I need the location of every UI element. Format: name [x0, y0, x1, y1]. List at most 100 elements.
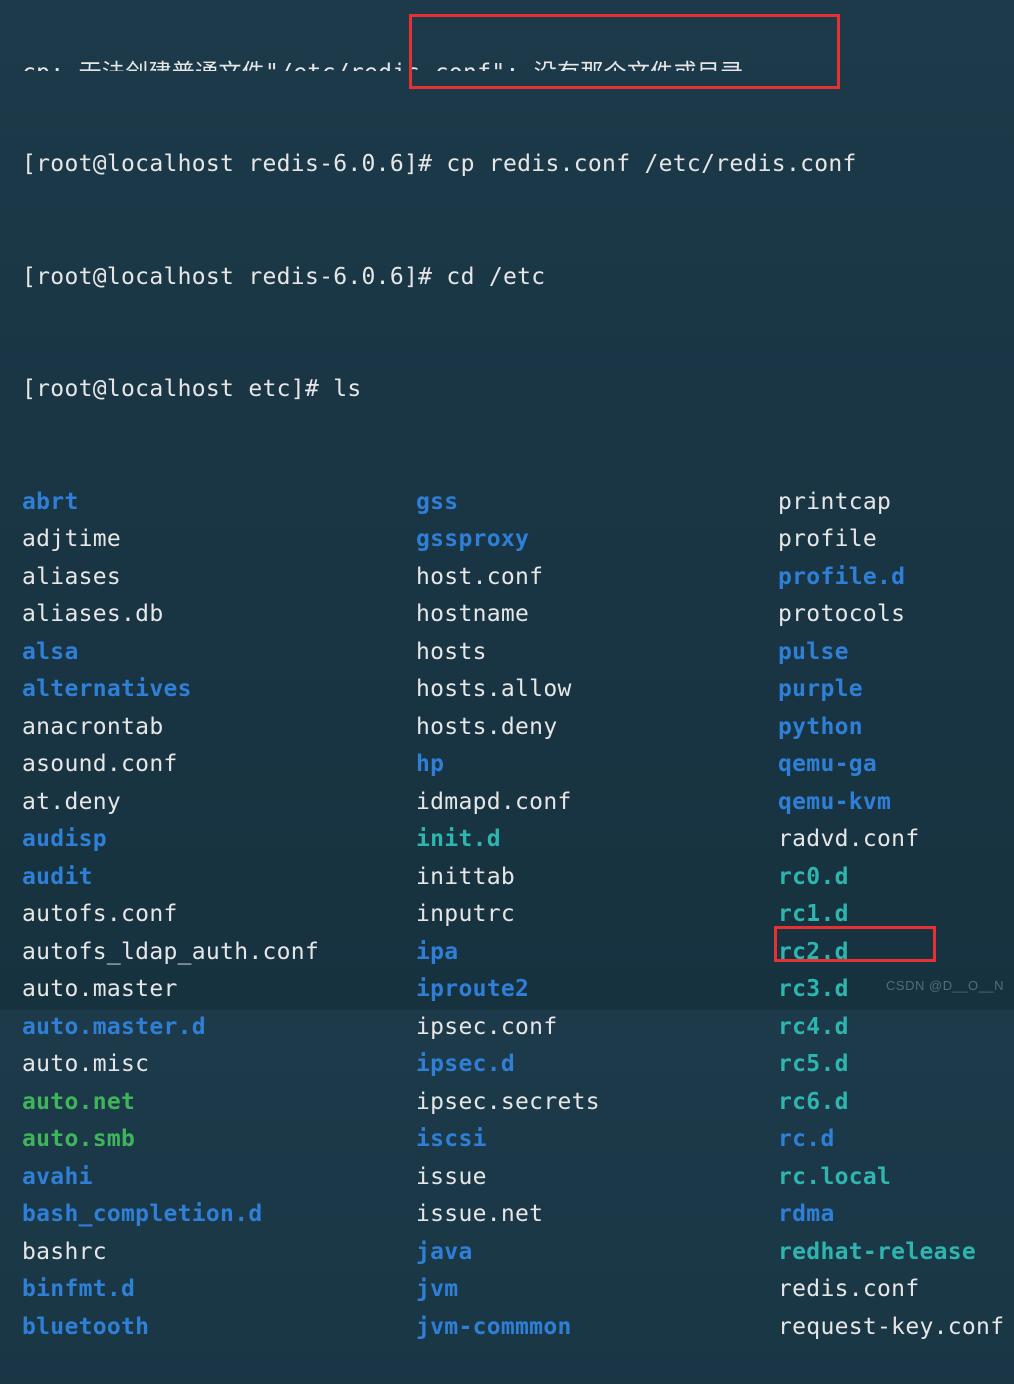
file-entry: redis.conf — [778, 1276, 919, 1302]
file-entry: gssproxy — [416, 526, 529, 552]
file-entry: audit — [22, 864, 93, 890]
file-entry: rc3.d — [778, 976, 849, 1002]
command-2: cd /etc — [446, 264, 545, 290]
ls-row: auto.smb iscsi rc.d — [22, 1121, 1014, 1159]
file-entry: radvd.conf — [778, 826, 919, 852]
file-entry: binfmt.d — [22, 1276, 135, 1302]
ls-row: aliases host.conf profile.d — [22, 559, 1014, 597]
command-1: cp redis.conf /etc/redis.conf — [446, 151, 856, 177]
file-entry: rc2.d — [778, 939, 849, 965]
file-entry: jvm-commmon — [416, 1314, 572, 1340]
file-entry: idmapd.conf — [416, 789, 572, 815]
file-entry: rc.local — [778, 1164, 891, 1190]
file-entry: inputrc — [416, 901, 515, 927]
file-entry: request-key.conf — [778, 1314, 1004, 1340]
prompt-1: [root@localhost redis-6.0.6]# — [22, 151, 446, 177]
file-entry: rc.d — [778, 1126, 835, 1152]
file-entry: hosts.allow — [416, 676, 572, 702]
file-entry: alternatives — [22, 676, 192, 702]
ls-row: asound.confhpqemu-ga — [22, 746, 1014, 784]
file-entry: rc1.d — [778, 901, 849, 927]
ls-row: at.deny idmapd.conf qemu-kvm — [22, 784, 1014, 822]
terminal-output: cp: 无法创建普通文件"/etc/redis.conf": 没有那个文件或目录… — [0, 0, 1014, 1384]
file-entry: alsa — [22, 639, 79, 665]
file-entry: ipsec.d — [416, 1051, 515, 1077]
ls-row: auto.misc ipsec.d rc5.d — [22, 1046, 1014, 1084]
partial-top-line: cp: 无法创建普通文件"/etc/redis.conf": 没有那个文件或目录 — [22, 55, 1014, 71]
file-entry: abrt — [22, 489, 79, 515]
ls-row: aliases.db hostname protocols — [22, 596, 1014, 634]
file-entry: ipsec.secrets — [416, 1089, 600, 1115]
file-entry: qemu-ga — [778, 751, 877, 777]
watermark-text: CSDN @D__O__N — [886, 967, 1004, 1005]
file-entry: gss — [416, 489, 458, 515]
file-entry: adjtime — [22, 526, 121, 552]
file-entry: avahi — [22, 1164, 93, 1190]
ls-row: audisp init.d radvd.conf — [22, 821, 1014, 859]
ls-row: abrt gss printcap — [22, 484, 1014, 522]
ls-row: adjtime gssproxy profile — [22, 521, 1014, 559]
file-entry: aliases — [22, 564, 121, 590]
file-entry: ipsec.conf — [416, 1014, 557, 1040]
file-entry: hosts.deny — [416, 714, 557, 740]
file-entry: asound.conf — [22, 751, 178, 777]
prompt-3: [root@localhost etc]# — [22, 376, 333, 402]
prompt-2: [root@localhost redis-6.0.6]# — [22, 264, 446, 290]
file-entry: jvm — [416, 1276, 458, 1302]
prompt-line-1: [root@localhost redis-6.0.6]# cp redis.c… — [22, 146, 1014, 184]
file-entry: bluetooth — [22, 1314, 149, 1340]
file-entry: printcap — [778, 489, 891, 515]
file-entry: hosts — [416, 639, 487, 665]
ls-row: auto.masteriproute2rc3.d — [22, 971, 1014, 1009]
file-entry: auto.smb — [22, 1126, 135, 1152]
file-entry: hostname — [416, 601, 529, 627]
file-entry: autofs_ldap_auth.conf — [22, 939, 319, 965]
file-entry: init.d — [416, 826, 501, 852]
file-entry: ipa — [416, 939, 458, 965]
file-entry: inittab — [416, 864, 515, 890]
file-entry: profile.d — [778, 564, 905, 590]
file-entry: bashrc — [22, 1239, 107, 1265]
file-entry: aliases.db — [22, 601, 163, 627]
file-entry: rc4.d — [778, 1014, 849, 1040]
file-entry: rc6.d — [778, 1089, 849, 1115]
file-entry: auto.master — [22, 976, 178, 1002]
ls-row: alsahostspulse — [22, 634, 1014, 672]
ls-row: auto.net ipsec.secrets rc6.d — [22, 1084, 1014, 1122]
file-entry: python — [778, 714, 863, 740]
file-entry: at.deny — [22, 789, 121, 815]
file-entry: audisp — [22, 826, 107, 852]
ls-row: auto.master.d ipsec.conf rc4.d — [22, 1009, 1014, 1047]
file-entry: auto.misc — [22, 1051, 149, 1077]
ls-output: abrt gss printcap adjtime gssproxy profile ali… — [22, 484, 1014, 1347]
file-entry: rc0.d — [778, 864, 849, 890]
file-entry: profile — [778, 526, 877, 552]
file-entry: qemu-kvm — [778, 789, 891, 815]
file-entry: issue — [416, 1164, 487, 1190]
file-entry: auto.net — [22, 1089, 135, 1115]
ls-row: bashrc java redhat-release — [22, 1234, 1014, 1272]
file-entry: java — [416, 1239, 473, 1265]
prompt-line-2: [root@localhost redis-6.0.6]# cd /etc — [22, 259, 1014, 297]
file-entry: rc5.d — [778, 1051, 849, 1077]
ls-row: autofs_ldap_auth.conf ipa rc2.d — [22, 934, 1014, 972]
ls-row: bash_completion.dissue.netrdma — [22, 1196, 1014, 1234]
ls-row: alternatives hosts.allow purple — [22, 671, 1014, 709]
file-entry: auto.master.d — [22, 1014, 206, 1040]
file-entry: autofs.conf — [22, 901, 178, 927]
file-entry: host.conf — [416, 564, 543, 590]
ls-row: avahi issue rc.local — [22, 1159, 1014, 1197]
ls-row: anacrontab hosts.deny python — [22, 709, 1014, 747]
file-entry: anacrontab — [22, 714, 163, 740]
file-entry: protocols — [778, 601, 905, 627]
ls-row: bluetooth jvm-commmon request-key.conf — [22, 1309, 1014, 1347]
ls-row: autofs.conf inputrc rc1.d — [22, 896, 1014, 934]
file-entry: iscsi — [416, 1126, 487, 1152]
ls-row: audit inittab rc0.d — [22, 859, 1014, 897]
command-3: ls — [333, 376, 361, 402]
prompt-line-3: [root@localhost etc]# ls — [22, 371, 1014, 409]
file-entry: purple — [778, 676, 863, 702]
file-entry: rdma — [778, 1201, 835, 1227]
file-entry: redhat-release — [778, 1239, 976, 1265]
ls-row: binfmt.d jvm redis.conf — [22, 1271, 1014, 1309]
